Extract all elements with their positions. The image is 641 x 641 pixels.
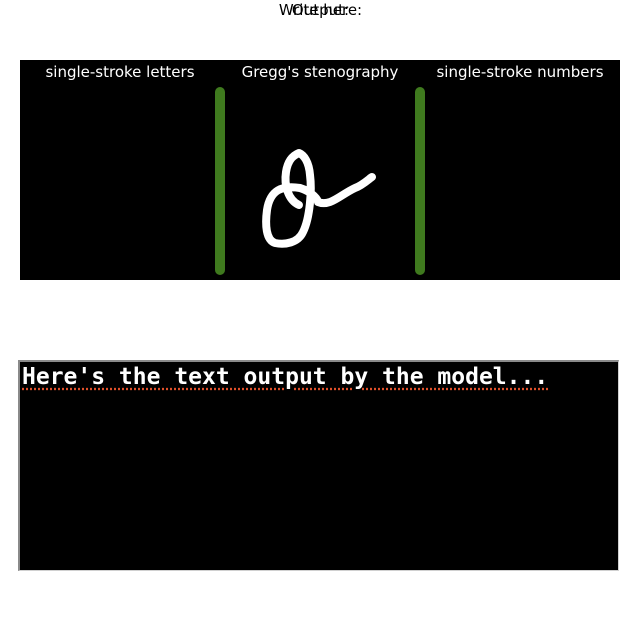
drawing-canvas[interactable]: single-stroke letters Gregg's stenograph… (20, 60, 620, 280)
handwritten-stroke (262, 149, 376, 248)
output-textarea[interactable]: Here's the text output by the model... (18, 360, 619, 571)
output-heading: Output: (291, 1, 350, 19)
